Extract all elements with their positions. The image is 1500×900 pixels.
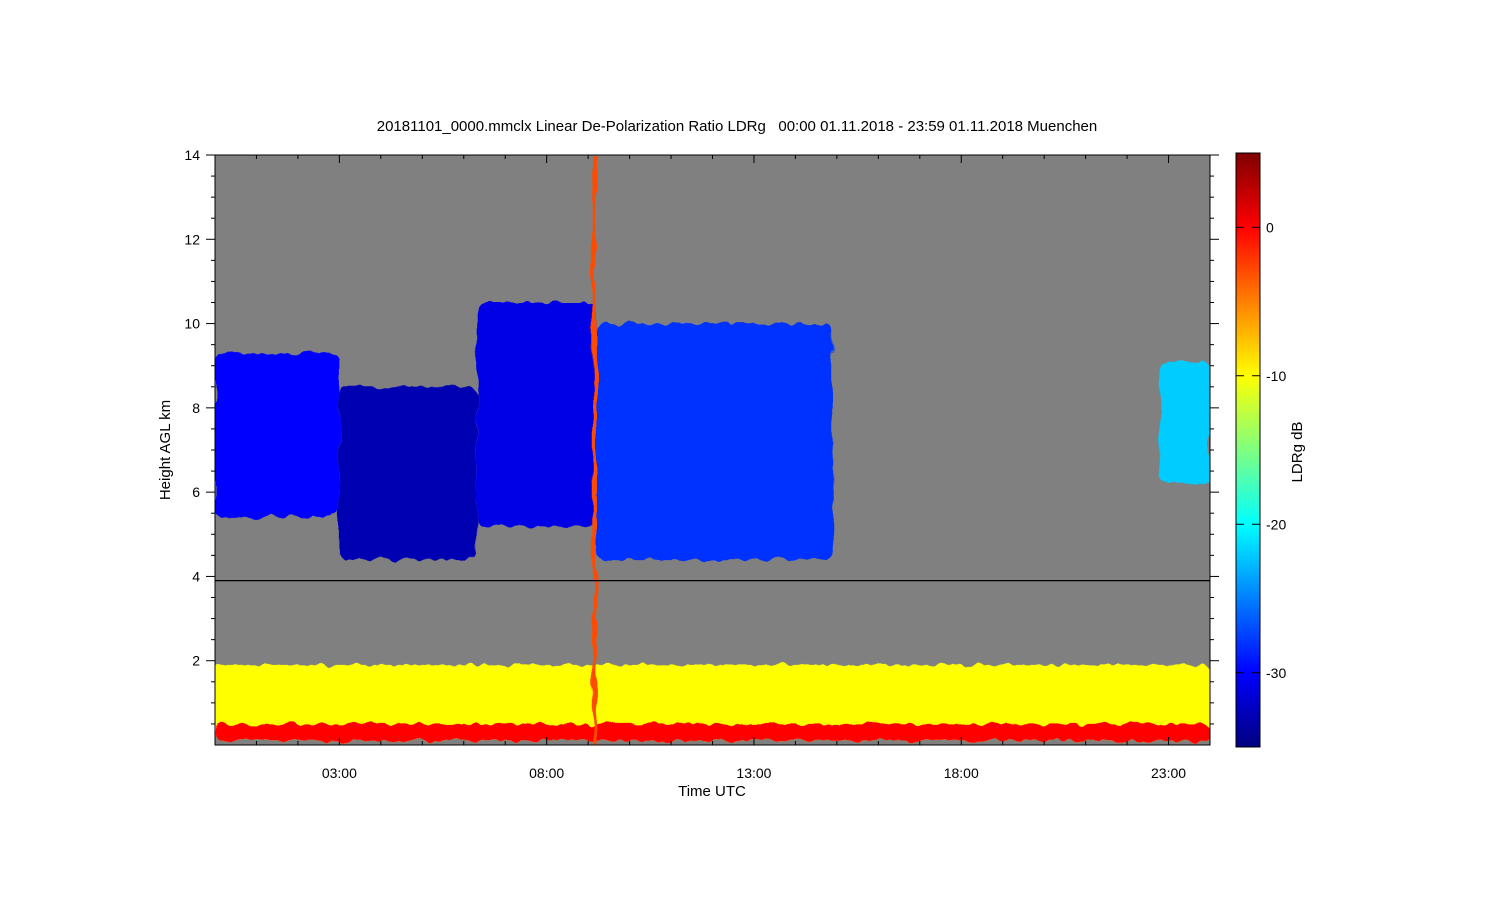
feature-ice-cloud-03-06h	[339, 386, 477, 560]
y-tick-label: 12	[184, 231, 200, 247]
plot-area	[215, 155, 1210, 745]
colorbar-tick-label: -10	[1266, 368, 1286, 384]
x-axis-label: Time UTC	[678, 783, 746, 800]
ldr-chart: 20181101_0000.mmclx Linear De-Polarizati…	[157, 118, 1306, 800]
feature-ice-cloud-09-15h	[596, 323, 833, 560]
colorbar-tick-label: 0	[1266, 219, 1274, 235]
colorbar-tick-label: -20	[1266, 516, 1286, 532]
feature-ice-cloud-23h	[1160, 361, 1210, 484]
y-axis-label: Height AGL km	[157, 400, 174, 500]
y-tick-label: 6	[192, 484, 200, 500]
feature-ice-cloud-00-03h	[215, 353, 340, 518]
colorbar-label: LDRg dB	[1289, 422, 1306, 483]
chart-title: 20181101_0000.mmclx Linear De-Polarizati…	[377, 118, 1097, 135]
colorbar-tick-label: -30	[1266, 665, 1286, 681]
x-tick-label: 18:00	[944, 765, 979, 781]
y-tick-label: 10	[184, 316, 200, 332]
x-tick-label: 08:00	[529, 765, 564, 781]
feature-vertical-artifact	[592, 155, 597, 745]
x-tick-label: 13:00	[736, 765, 771, 781]
y-tick-label: 8	[192, 400, 200, 416]
y-tick-label: 4	[192, 568, 200, 584]
y-tick-label: 2	[192, 653, 200, 669]
x-tick-label: 23:00	[1151, 765, 1186, 781]
feature-near-surface-clutter	[215, 723, 1210, 741]
y-tick-label: 14	[184, 147, 200, 163]
colorbar-gradient	[1235, 152, 1261, 748]
feature-ice-cloud-06-09h	[476, 302, 597, 526]
colorbar: 0 -10 -20 -30 LDRg dB	[1235, 152, 1306, 748]
x-tick-label: 03:00	[322, 765, 357, 781]
